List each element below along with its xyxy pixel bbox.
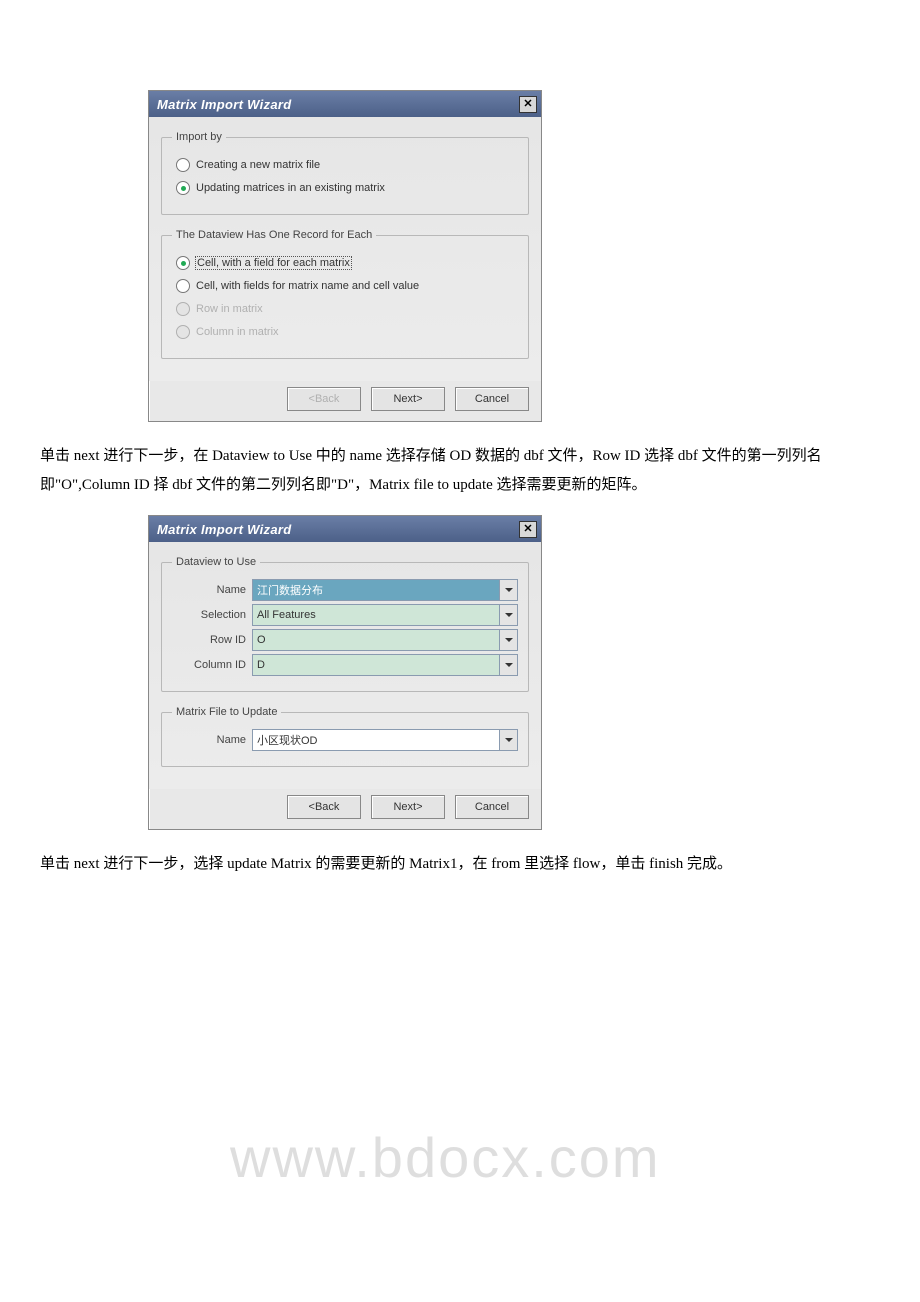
group-matrix-file: Matrix File to Update Name 小区现状OD bbox=[161, 706, 529, 767]
cancel-button[interactable]: Cancel bbox=[455, 795, 529, 819]
watermark: www.bdocx.com bbox=[230, 1125, 661, 1190]
radio-icon bbox=[176, 302, 190, 316]
radio-update-existing[interactable]: Updating matrices in an existing matrix bbox=[176, 179, 518, 197]
radio-icon bbox=[176, 181, 190, 195]
chevron-down-icon[interactable] bbox=[499, 605, 517, 625]
titlebar: Matrix Import Wizard ✕ bbox=[149, 91, 541, 117]
radio-cell-field-each[interactable]: Cell, with a field for each matrix bbox=[176, 254, 518, 272]
group-dataview-to-use-legend: Dataview to Use bbox=[172, 556, 260, 568]
row-selection: Selection All Features bbox=[172, 604, 518, 626]
wizard-step1-dialog: Matrix Import Wizard ✕ Import by Creatin… bbox=[148, 90, 542, 422]
label-rowid: Row ID bbox=[172, 634, 246, 646]
combo-columnid-value: D bbox=[253, 655, 499, 675]
back-button[interactable]: <Back bbox=[287, 795, 361, 819]
combo-matrix-name-value: 小区现状OD bbox=[253, 730, 499, 750]
group-import-by-legend: Import by bbox=[172, 131, 226, 143]
window-title: Matrix Import Wizard bbox=[157, 97, 291, 112]
radio-icon bbox=[176, 325, 190, 339]
combo-name-value: 江门数据分布 bbox=[253, 580, 499, 600]
radio-column-matrix: Column in matrix bbox=[176, 323, 518, 341]
button-row: <Back Next> Cancel bbox=[149, 381, 541, 421]
row-columnid: Column ID D bbox=[172, 654, 518, 676]
label-selection: Selection bbox=[172, 609, 246, 621]
group-dataview-record: The Dataview Has One Record for Each Cel… bbox=[161, 229, 529, 359]
cancel-button[interactable]: Cancel bbox=[455, 387, 529, 411]
combo-columnid[interactable]: D bbox=[252, 654, 518, 676]
dialog-body: Import by Creating a new matrix file Upd… bbox=[149, 117, 541, 381]
row-name: Name 江门数据分布 bbox=[172, 579, 518, 601]
radio-create-new-label: Creating a new matrix file bbox=[196, 159, 320, 171]
combo-selection-value: All Features bbox=[253, 605, 499, 625]
combo-selection[interactable]: All Features bbox=[252, 604, 518, 626]
button-row: <Back Next> Cancel bbox=[149, 789, 541, 829]
row-matrix-name: Name 小区现状OD bbox=[172, 729, 518, 751]
radio-update-existing-label: Updating matrices in an existing matrix bbox=[196, 182, 385, 194]
chevron-down-icon[interactable] bbox=[499, 580, 517, 600]
chevron-down-icon[interactable] bbox=[499, 630, 517, 650]
label-matrix-name: Name bbox=[172, 734, 246, 746]
next-button[interactable]: Next> bbox=[371, 387, 445, 411]
radio-column-matrix-label: Column in matrix bbox=[196, 326, 279, 338]
chevron-down-icon[interactable] bbox=[499, 730, 517, 750]
close-icon[interactable]: ✕ bbox=[519, 521, 537, 538]
combo-rowid[interactable]: O bbox=[252, 629, 518, 651]
chevron-down-icon[interactable] bbox=[499, 655, 517, 675]
group-dataview-to-use: Dataview to Use Name 江门数据分布 Selection Al… bbox=[161, 556, 529, 692]
titlebar: Matrix Import Wizard ✕ bbox=[149, 516, 541, 542]
combo-name[interactable]: 江门数据分布 bbox=[252, 579, 518, 601]
window-title: Matrix Import Wizard bbox=[157, 522, 291, 537]
group-dataview-legend: The Dataview Has One Record for Each bbox=[172, 229, 376, 241]
row-rowid: Row ID O bbox=[172, 629, 518, 651]
group-matrix-file-legend: Matrix File to Update bbox=[172, 706, 281, 718]
radio-cell-named-label: Cell, with fields for matrix name and ce… bbox=[196, 280, 419, 292]
close-icon[interactable]: ✕ bbox=[519, 96, 537, 113]
radio-icon bbox=[176, 256, 190, 270]
back-button: <Back bbox=[287, 387, 361, 411]
label-name: Name bbox=[172, 584, 246, 596]
radio-row-matrix: Row in matrix bbox=[176, 300, 518, 318]
dialog-body: Dataview to Use Name 江门数据分布 Selection Al… bbox=[149, 542, 541, 789]
radio-cell-field-each-label: Cell, with a field for each matrix bbox=[196, 257, 351, 269]
instruction-para-1: 单击 next 进行下一步，在 Dataview to Use 中的 name … bbox=[40, 442, 880, 499]
next-button[interactable]: Next> bbox=[371, 795, 445, 819]
radio-create-new[interactable]: Creating a new matrix file bbox=[176, 156, 518, 174]
radio-icon bbox=[176, 279, 190, 293]
wizard-step2-dialog: Matrix Import Wizard ✕ Dataview to Use N… bbox=[148, 515, 542, 830]
combo-rowid-value: O bbox=[253, 630, 499, 650]
radio-cell-named[interactable]: Cell, with fields for matrix name and ce… bbox=[176, 277, 518, 295]
combo-matrix-name[interactable]: 小区现状OD bbox=[252, 729, 518, 751]
radio-icon bbox=[176, 158, 190, 172]
group-import-by: Import by Creating a new matrix file Upd… bbox=[161, 131, 529, 215]
label-columnid: Column ID bbox=[172, 659, 246, 671]
instruction-para-2: 单击 next 进行下一步，选择 update Matrix 的需要更新的 Ma… bbox=[40, 850, 880, 879]
radio-row-matrix-label: Row in matrix bbox=[196, 303, 263, 315]
